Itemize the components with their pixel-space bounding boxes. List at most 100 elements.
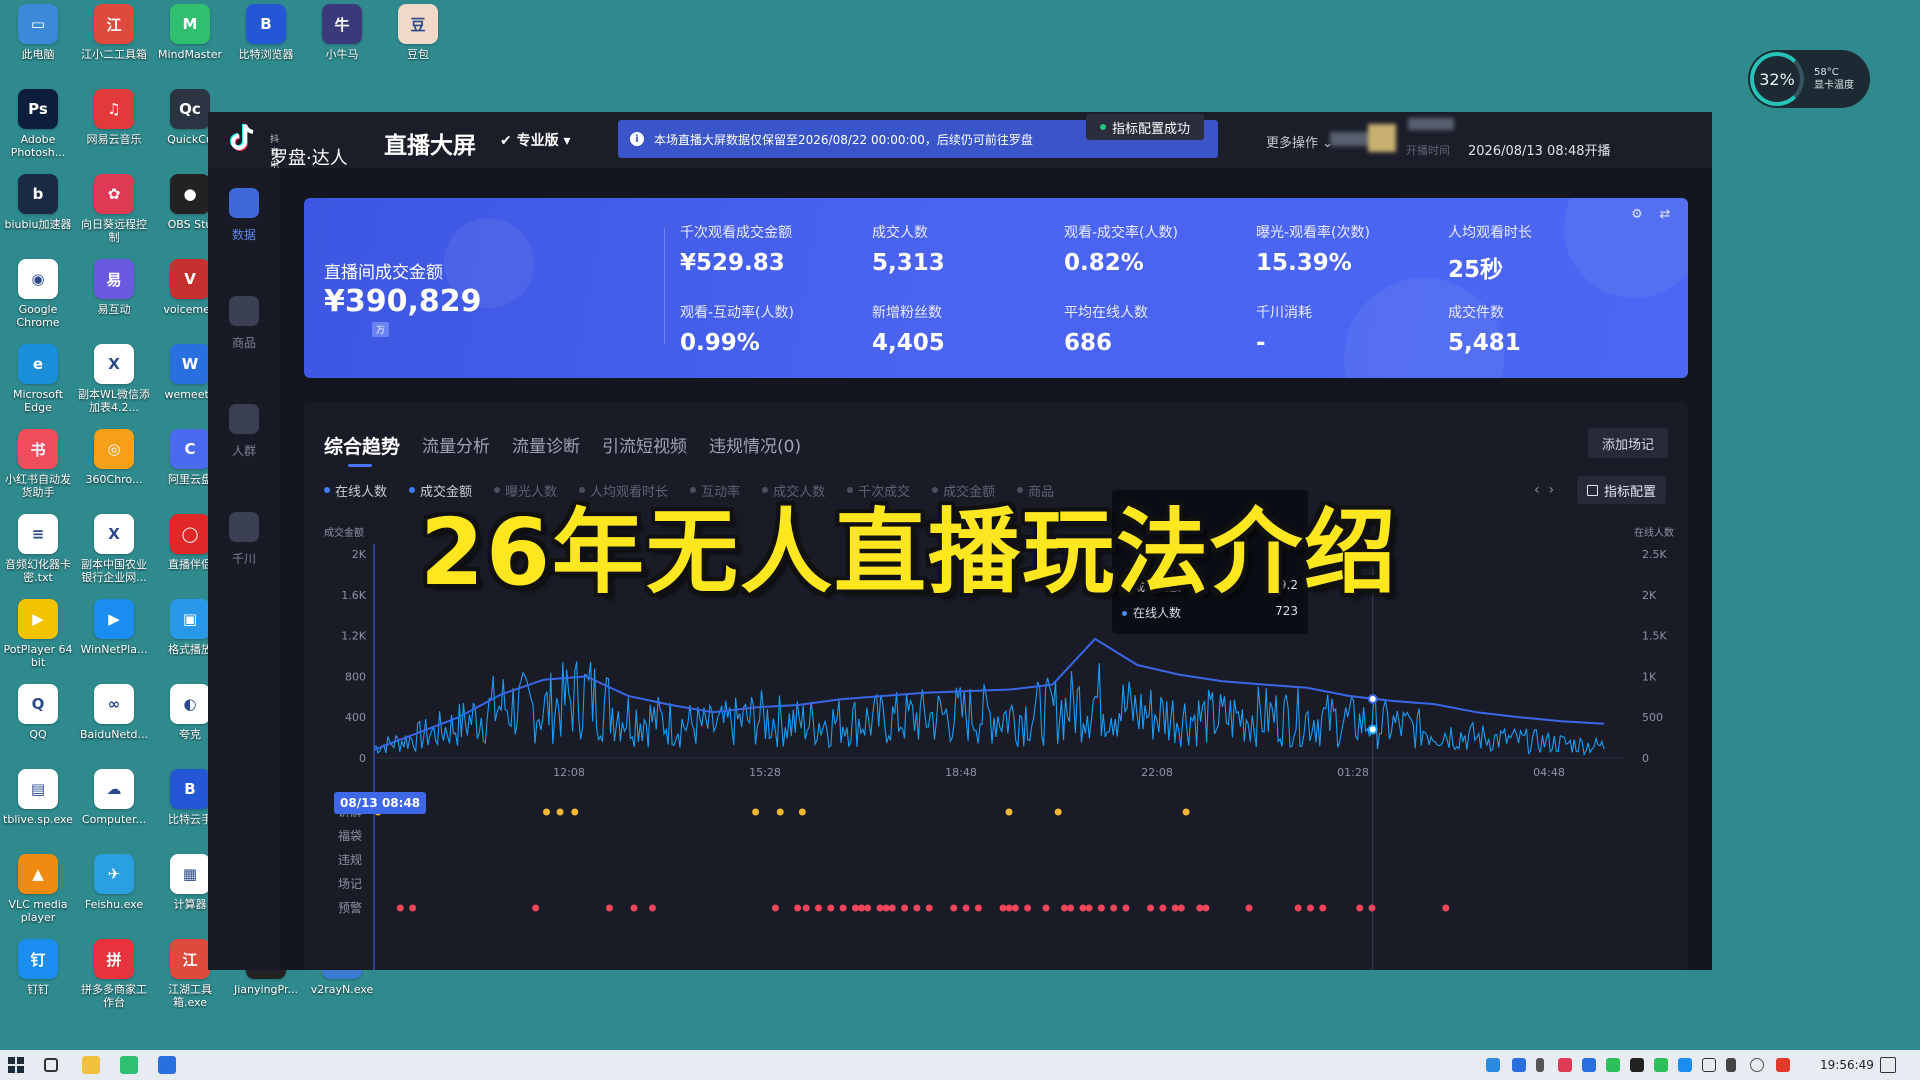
tab-traffic-analysis[interactable]: 流量分析: [422, 432, 490, 459]
kpi-cell: 千川消耗 -: [1256, 302, 1446, 356]
kpi-value: -: [1256, 330, 1266, 356]
desktop-icon[interactable]: ◉ Google Chrome: [0, 259, 76, 343]
network-icon[interactable]: [1702, 1058, 1716, 1072]
warning-event-dot: [901, 904, 909, 912]
desktop-icon[interactable]: ▭ 此电脑: [0, 4, 76, 88]
metric-chip[interactable]: 在线人数: [324, 481, 387, 500]
unit-badge[interactable]: 万: [372, 322, 390, 337]
desktop-icon[interactable]: 书小红书自动发货助手: [0, 429, 76, 513]
tray-app-icon[interactable]: [1558, 1058, 1572, 1072]
kpi-label: 平均在线人数: [1064, 305, 1148, 321]
more-ops-dropdown[interactable]: 更多操作 ⌄: [1266, 132, 1333, 151]
edition-dropdown[interactable]: ✔ 专业版 ▾: [500, 130, 571, 150]
desktop-icon-label: 比特浏览器: [238, 48, 294, 61]
desktop-icon[interactable]: ▤ tblive.sp.exe: [0, 769, 76, 853]
people-icon: [229, 404, 259, 434]
app-icon: ◐: [170, 684, 210, 724]
desktop-icon[interactable]: 拼拼多多商家工作台: [76, 939, 152, 1023]
desktop-icon[interactable]: Ps Adobe Photosh...: [0, 89, 76, 173]
page-title: 直播大屏: [384, 133, 476, 159]
tab-violations[interactable]: 违规情况(0): [709, 432, 801, 459]
taskbar-clock[interactable]: 19:56:49: [1820, 1058, 1874, 1072]
desktop-icon[interactable]: ✿ 向日葵远程控制: [76, 174, 152, 258]
add-note-button[interactable]: 添加场记: [1587, 428, 1668, 458]
desktop-icon[interactable]: Q QQ: [0, 684, 76, 768]
desktop-icon-label: 小牛马: [325, 48, 359, 61]
settings-gear-icon[interactable]: ⚙: [1628, 206, 1646, 224]
warning-event-dot: [1202, 904, 1210, 912]
y2-tick-label: 0: [1642, 752, 1649, 765]
trend-tabs: 综合趋势 流量分析 流量诊断 引流短视频 违规情况(0): [324, 432, 823, 467]
desktop-icon[interactable]: ▲ VLC media player: [0, 854, 76, 938]
desktop-icon-label: 豆包: [407, 48, 429, 61]
tray-app-icon[interactable]: [1678, 1058, 1692, 1072]
desktop-icon-label: WinNetPla...: [80, 643, 148, 656]
mindmaster-taskbar-icon[interactable]: [120, 1056, 138, 1074]
gmv-label: 直播间成交金额: [324, 263, 443, 283]
warning-event-dot: [913, 904, 921, 912]
chip-scroll-arrows[interactable]: ‹ ›: [1534, 482, 1554, 498]
desktop-icon[interactable]: 钉钉钉: [0, 939, 76, 1023]
tab-overall-trend[interactable]: 综合趋势: [324, 432, 400, 467]
microphone-icon[interactable]: [1536, 1058, 1544, 1072]
desktop-icon[interactable]: 易易互动: [76, 259, 152, 343]
desktop-icon-label: 副本WL微信添加表4.2...: [77, 388, 150, 414]
desktop-icon[interactable]: b biubiu加速器: [0, 174, 76, 258]
input-method-icon[interactable]: [1776, 1058, 1790, 1072]
sidebar-item-qianchuan[interactable]: 千川: [216, 502, 272, 582]
metric-chip-label: 在线人数: [335, 484, 388, 500]
sidebar-item-audience[interactable]: 人群: [216, 394, 272, 474]
kpi-label: 新增粉丝数: [872, 305, 942, 321]
desktop-icon[interactable]: ◎ 360Chro...: [76, 429, 152, 513]
desktop-icon-label: 音频幻化器卡密.txt: [5, 558, 71, 584]
desktop-icon[interactable]: ♫ 网易云音乐: [76, 89, 152, 173]
qq-icon[interactable]: [1630, 1058, 1644, 1072]
sidebar-item-data[interactable]: 数据: [216, 178, 272, 258]
ads-icon: [229, 512, 259, 542]
desktop-icon[interactable]: ▶ PotPlayer 64 bit: [0, 599, 76, 683]
desktop-icon[interactable]: B 比特浏览器: [228, 4, 304, 88]
online-users-series-line: [373, 637, 1605, 751]
tab-referral-videos[interactable]: 引流短视频: [602, 432, 687, 459]
explain-event-dot: [556, 808, 564, 816]
app-icon: 拼: [94, 939, 134, 979]
file-explorer-icon[interactable]: [82, 1056, 100, 1074]
desktop-icon-label: 此电脑: [21, 48, 55, 61]
app-logo[interactable]: 抖音电商 罗盘·达人: [228, 122, 348, 184]
desktop-icon[interactable]: e Microsoft Edge: [0, 344, 76, 428]
desktop-icon[interactable]: X 副本中国农业银行企业网...: [76, 514, 152, 598]
desktop-icon[interactable]: ∞ BaiduNetd...: [76, 684, 152, 768]
warning-event-dot: [962, 904, 970, 912]
tray-app-icon[interactable]: [1512, 1058, 1526, 1072]
desktop-icon-label: 360Chro...: [85, 473, 143, 486]
metric-config-button[interactable]: 指标配置: [1576, 476, 1666, 504]
desktop-icon[interactable]: 豆豆包: [380, 4, 456, 88]
desktop-icon[interactable]: ☁ Computer...: [76, 769, 152, 853]
desktop-icon[interactable]: ✈ Feishu.exe: [76, 854, 152, 938]
windows-start-icon[interactable]: [8, 1057, 24, 1073]
tray-app-icon[interactable]: [1486, 1058, 1500, 1072]
wechat-icon[interactable]: [1606, 1058, 1620, 1072]
warning-event-dot: [1368, 904, 1376, 912]
desktop-icon[interactable]: 牛小牛马: [304, 4, 380, 88]
wemeeta-taskbar-icon[interactable]: [158, 1056, 176, 1074]
warning-event-dot: [827, 904, 835, 912]
desktop-icon[interactable]: ▶ WinNetPla...: [76, 599, 152, 683]
volume-icon[interactable]: [1726, 1058, 1736, 1072]
kpi-divider: [664, 228, 665, 344]
tab-traffic-diagnosis[interactable]: 流量诊断: [512, 432, 580, 459]
desktop-icon[interactable]: M MindMaster: [152, 4, 228, 88]
kpi-panel: 直播间成交金额 ¥390,829 万 千次观看成交金额 ¥529.83 成交人数 5…: [304, 198, 1688, 378]
sidebar-item-products[interactable]: 商品: [216, 286, 272, 366]
tray-app-icon[interactable]: [1654, 1058, 1668, 1072]
desktop-icon[interactable]: X 副本WL微信添加表4.2...: [76, 344, 152, 428]
notification-icon[interactable]: [1880, 1057, 1896, 1073]
tray-app-icon[interactable]: [1582, 1058, 1596, 1072]
block-icon[interactable]: [1750, 1058, 1764, 1072]
desktop-icon[interactable]: 江江小二工具箱: [76, 4, 152, 88]
warning-event-dot: [815, 904, 822, 912]
swap-icon[interactable]: ⇄: [1656, 206, 1674, 224]
task-view-icon[interactable]: [44, 1058, 58, 1072]
desktop-icon[interactable]: ≡ 音频幻化器卡密.txt: [0, 514, 76, 598]
gpu-temp-widget[interactable]: 32% 58°C 显卡温度: [1748, 50, 1870, 108]
